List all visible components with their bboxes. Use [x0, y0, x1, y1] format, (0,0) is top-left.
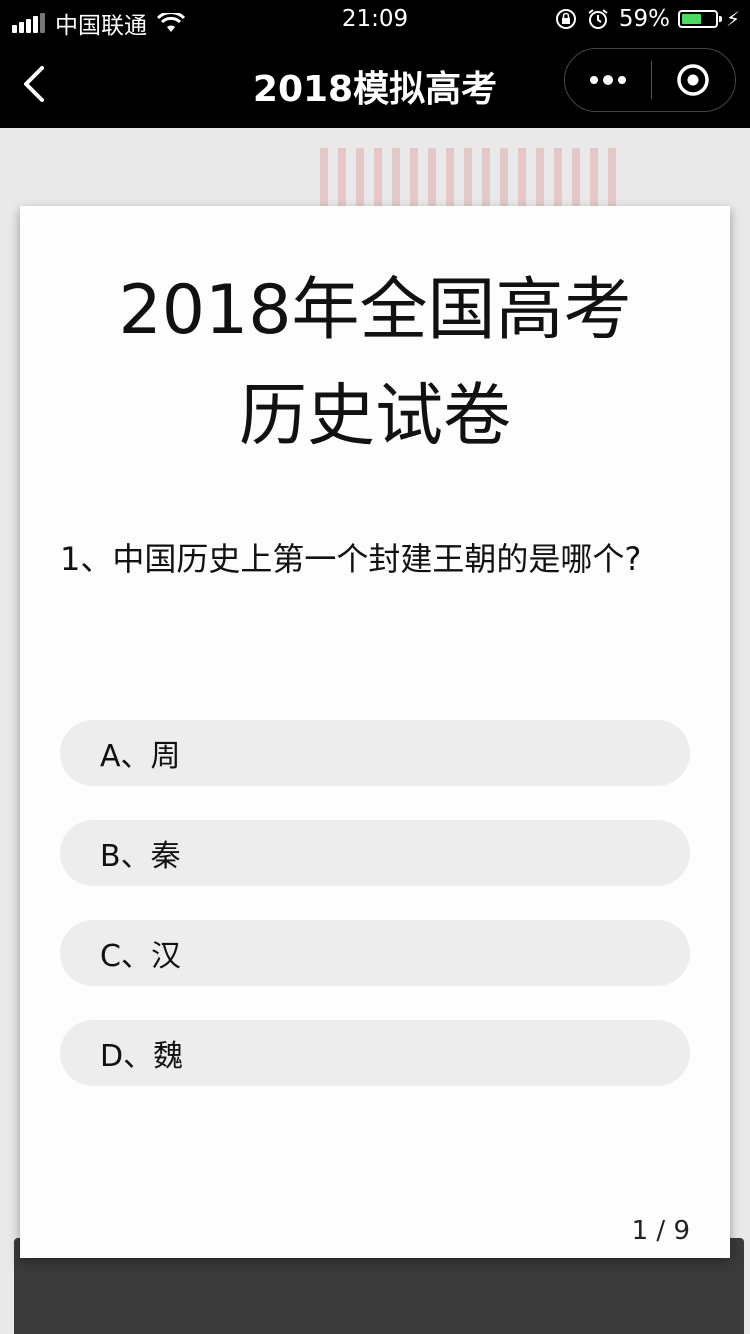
exam-title-line1: 2018年全国高考 [118, 271, 632, 350]
option-a-button[interactable]: A、周 [60, 720, 690, 786]
exam-card: 2018年全国高考 历史试卷 1、中国历史上第一个封建王朝的是哪个? A、周 B… [20, 206, 730, 1258]
close-button[interactable] [652, 49, 736, 111]
battery-icon [677, 10, 722, 28]
answer-options: A、周 B、秦 C、汉 D、魏 [60, 720, 690, 1120]
orientation-lock-icon [555, 9, 576, 29]
battery-level [681, 14, 701, 24]
battery-percent: 59% [618, 6, 670, 32]
exam-title: 2018年全国高考 历史试卷 [20, 258, 730, 470]
option-b-button[interactable]: B、秦 [60, 820, 690, 886]
option-d-button[interactable]: D、魏 [60, 1020, 690, 1086]
exam-title-line2: 历史试卷 [238, 377, 511, 456]
mini-program-capsule [564, 48, 736, 112]
background-texture [320, 148, 620, 208]
status-bar: 中国联通 21:09 59% ⚡ [0, 0, 750, 40]
option-c-button[interactable]: C、汉 [60, 920, 690, 986]
page-counter: 1 / 9 [631, 1216, 690, 1246]
target-circle-icon [677, 64, 709, 96]
nav-bar: 2018模拟高考 [0, 40, 750, 128]
question-text: 1、中国历史上第一个封建王朝的是哪个? [60, 540, 642, 578]
alarm-icon [588, 9, 608, 29]
more-button[interactable] [565, 49, 651, 111]
charging-bolt-icon: ⚡ [725, 7, 740, 31]
status-right: 59% ⚡ [555, 6, 740, 32]
more-dots-icon [589, 75, 626, 85]
